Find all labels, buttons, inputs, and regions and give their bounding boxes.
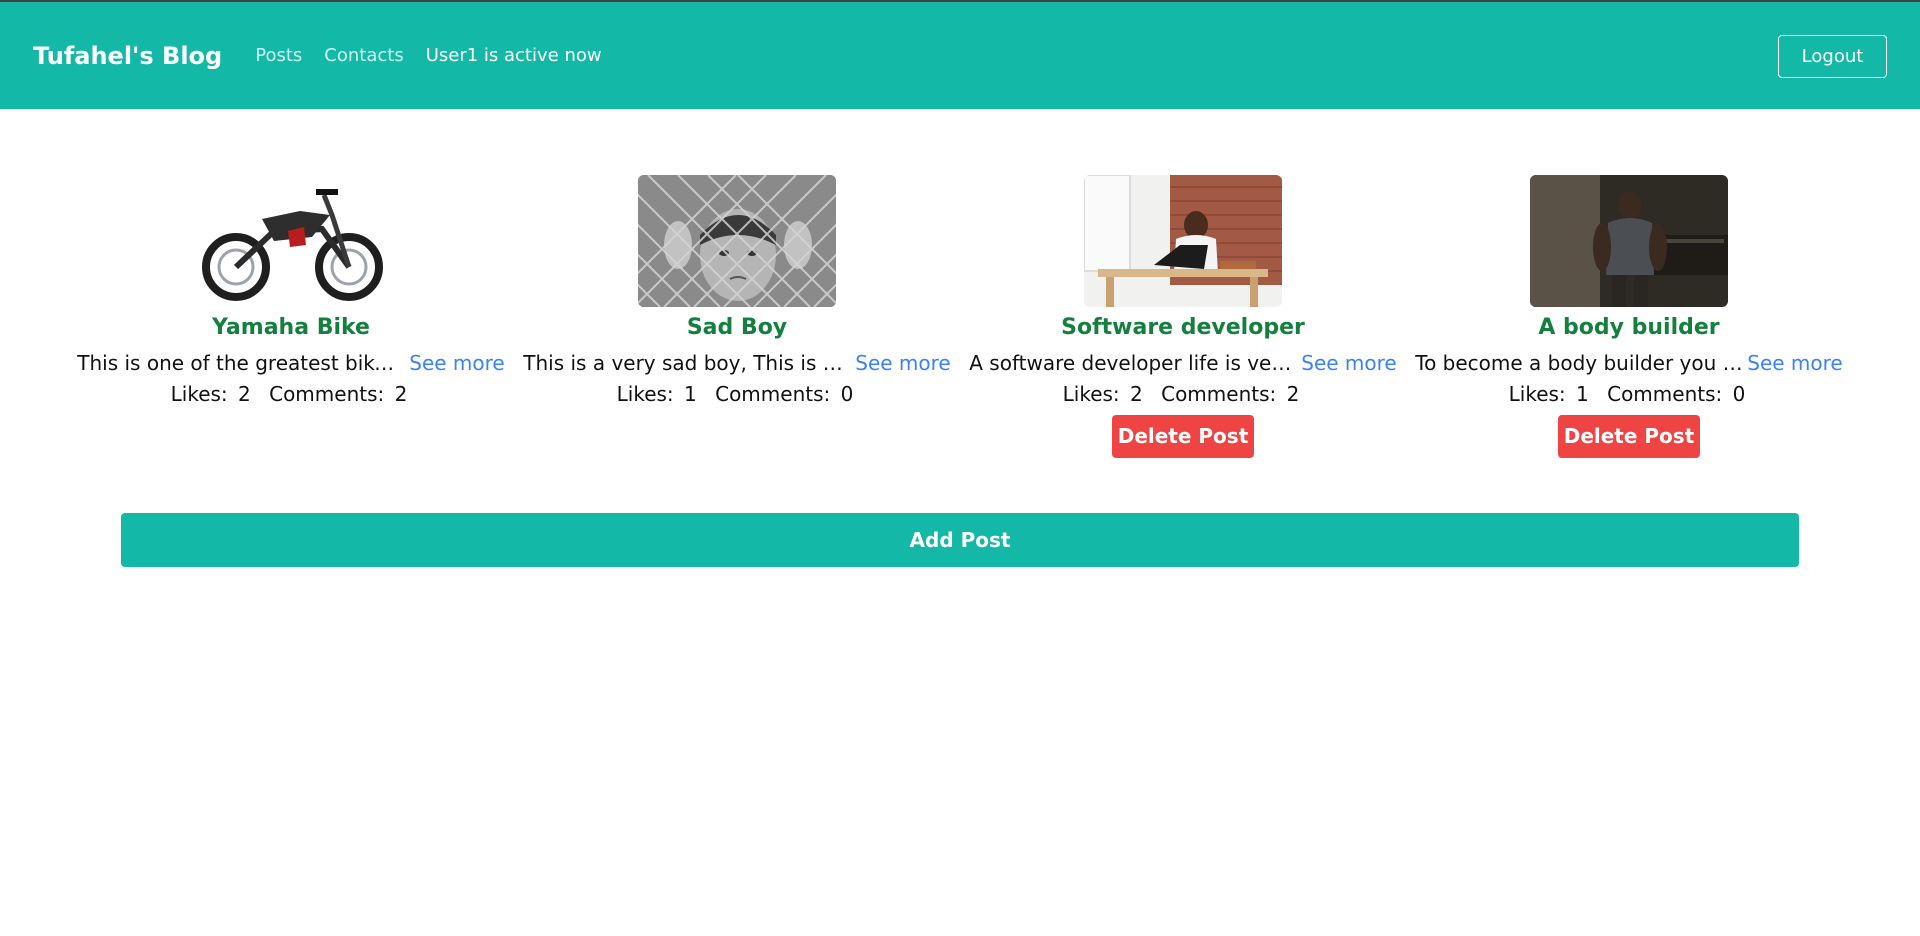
post-stats: Likes: 2 Comments: 2 [1063, 379, 1304, 409]
likes-label: Likes: [616, 382, 674, 406]
post-excerpt: A software developer life is ve… [969, 351, 1292, 375]
likes-count: 1 [684, 382, 697, 406]
add-post-button[interactable]: Add Post [121, 513, 1799, 567]
comments-count: 2 [1286, 382, 1300, 406]
post-title[interactable]: Software developer [1061, 313, 1305, 343]
post-title[interactable]: Sad Boy [687, 313, 787, 343]
comments-label: Comments: [1607, 382, 1723, 406]
post-card: Yamaha Bike This is one of the greatest … [68, 175, 514, 409]
likes-label: Likes: [170, 382, 228, 406]
nav-contacts-link[interactable]: Contacts [324, 45, 403, 66]
post-excerpt: To become a body builder you … [1415, 351, 1743, 375]
sad-boy-image[interactable] [638, 175, 836, 307]
comments-label: Comments: [1161, 382, 1277, 406]
post-excerpt-row: This is a very sad boy, This is a … See … [523, 347, 950, 379]
comments-count: 0 [1732, 382, 1746, 406]
post-card: A body builder To become a body builder … [1406, 175, 1852, 458]
post-list: Yamaha Bike This is one of the greatest … [0, 109, 1920, 458]
developer-desk-image[interactable] [1084, 175, 1282, 307]
post-title[interactable]: Yamaha Bike [212, 313, 370, 343]
likes-count: 2 [238, 382, 251, 406]
post-stats: Likes: 1 Comments: 0 [1509, 379, 1750, 409]
post-stats: Likes: 2 Comments: 2 [171, 379, 412, 409]
see-more-link[interactable]: See more [1747, 347, 1842, 379]
likes-count: 2 [1130, 382, 1143, 406]
post-card: Software developer A software developer … [960, 175, 1406, 458]
see-more-link[interactable]: See more [409, 347, 504, 379]
nav-posts-link[interactable]: Posts [255, 45, 302, 66]
post-excerpt-row: This is one of the greatest bike… See mo… [77, 347, 504, 379]
post-stats: Likes: 1 Comments: 0 [617, 379, 858, 409]
navbar: Tufahel's Blog Posts Contacts User1 is a… [0, 0, 1920, 109]
likes-label: Likes: [1508, 382, 1566, 406]
comments-count: 2 [394, 382, 408, 406]
logout-button[interactable]: Logout [1778, 35, 1887, 78]
motorbike-image[interactable] [192, 175, 390, 307]
post-card: Sad Boy This is a very sad boy, This is … [514, 175, 960, 409]
post-excerpt-row: A software developer life is ve… See mor… [969, 347, 1396, 379]
comments-label: Comments: [269, 382, 385, 406]
post-excerpt: This is a very sad boy, This is a … [523, 351, 852, 375]
delete-post-button[interactable]: Delete Post [1111, 415, 1255, 458]
comments-count: 0 [840, 382, 854, 406]
post-excerpt-row: To become a body builder you … See more [1415, 347, 1842, 379]
active-user-status: User1 is active now [425, 45, 602, 66]
see-more-link[interactable]: See more [855, 347, 950, 379]
comments-label: Comments: [715, 382, 831, 406]
likes-count: 1 [1576, 382, 1589, 406]
body-builder-image[interactable] [1530, 175, 1728, 307]
delete-post-button[interactable]: Delete Post [1557, 415, 1701, 458]
post-excerpt: This is one of the greatest bike… [77, 351, 406, 375]
brand-logo[interactable]: Tufahel's Blog [33, 42, 222, 70]
post-title[interactable]: A body builder [1538, 313, 1719, 343]
see-more-link[interactable]: See more [1301, 347, 1396, 379]
likes-label: Likes: [1062, 382, 1120, 406]
